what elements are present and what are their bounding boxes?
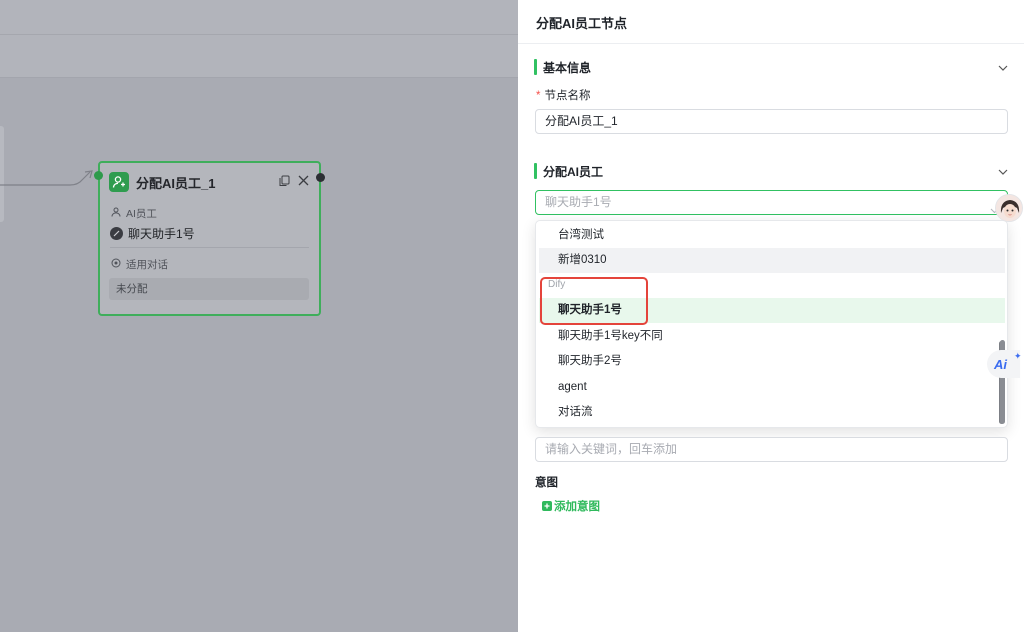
sparkle-icon: ✦: [1014, 351, 1022, 361]
node-title: 分配AI员工_1: [136, 175, 216, 191]
assigned-assistant: 聊天助手1号: [110, 225, 195, 242]
dropdown-option[interactable]: 新增0310: [539, 248, 1005, 273]
section-accent-bar: [534, 59, 537, 75]
divider: [518, 43, 1024, 44]
input-handle[interactable]: [94, 171, 103, 180]
chevron-down-icon[interactable]: [998, 60, 1008, 74]
divider: [110, 247, 309, 248]
add-icon: [542, 501, 552, 511]
section-basic-info[interactable]: 基本信息: [534, 58, 1008, 76]
status-badge: 未分配: [109, 278, 309, 300]
node-name-label: * 节点名称: [536, 90, 591, 102]
keyword-input[interactable]: 请输入关键词，回车添加: [535, 437, 1008, 462]
dropdown-option[interactable]: agent: [539, 375, 1005, 400]
connection-edge: [0, 170, 93, 186]
ai-employee-icon: [109, 172, 129, 192]
user-icon: [111, 207, 121, 220]
dropdown-option[interactable]: 对话流: [539, 400, 1005, 425]
node-name-input[interactable]: 分配AI员工_1: [535, 109, 1008, 134]
intent-label: 意图: [535, 477, 558, 489]
assistant-avatar[interactable]: [995, 194, 1023, 222]
section-assign-ai-employee[interactable]: 分配AI员工: [534, 162, 1008, 180]
output-handle[interactable]: [316, 173, 325, 182]
canvas-toolbar: [0, 0, 518, 78]
assign-ai-employee-node[interactable]: 分配AI员工_1 AI员工 聊天助手1号 适用对话 未分配: [94, 161, 325, 316]
panel-title: 分配AI员工节点: [536, 16, 628, 31]
annotation-highlight: [540, 277, 648, 325]
chevron-down-icon[interactable]: [998, 164, 1008, 178]
section-accent-bar: [534, 163, 537, 179]
workflow-canvas: 分配AI员工_1 AI员工 聊天助手1号 适用对话 未分配: [0, 0, 518, 632]
ai-employee-select[interactable]: 聊天助手1号: [535, 190, 1008, 215]
dropdown-option[interactable]: 聊天助手2号: [539, 349, 1005, 374]
close-icon[interactable]: [298, 175, 309, 189]
scope-label: 适用对话: [111, 257, 168, 272]
dropdown-option[interactable]: 聊天助手1号key不同: [539, 324, 1005, 349]
node-header: 分配AI员工_1: [109, 171, 309, 193]
add-intent-button[interactable]: 添加意图: [542, 498, 600, 514]
copy-icon[interactable]: [279, 175, 290, 190]
ai-employee-label: AI员工: [111, 206, 157, 221]
assistant-avatar-icon: [110, 227, 123, 240]
target-icon: [111, 258, 121, 271]
ai-assistant-button[interactable]: Ai ✦: [987, 350, 1022, 378]
dropdown-option[interactable]: 台湾测试: [539, 223, 1005, 248]
